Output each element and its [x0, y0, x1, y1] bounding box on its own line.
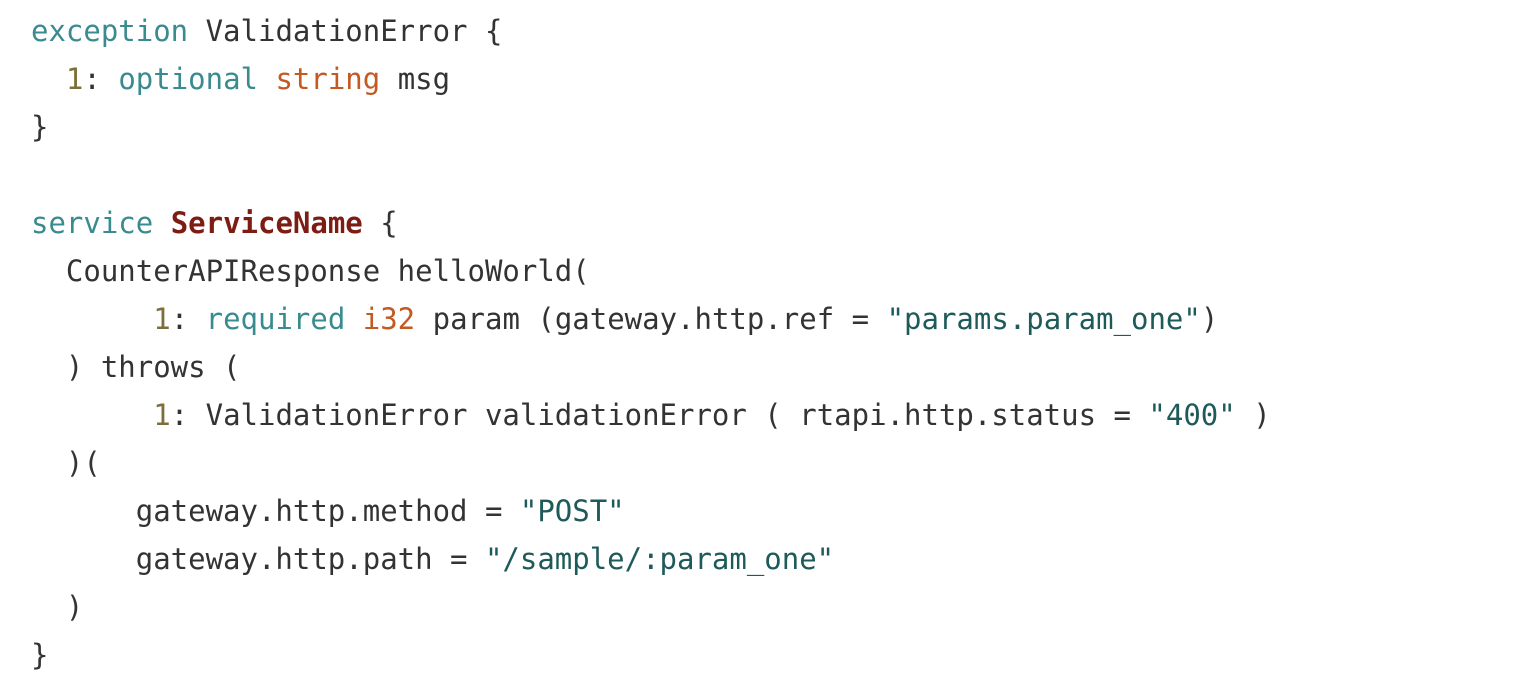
- code-text-token: param (gateway.http.ref =: [415, 302, 887, 336]
- code-line: }: [31, 631, 1271, 679]
- code-line: exception ValidationError {: [31, 7, 1271, 55]
- code-block: exception ValidationError { 1: optional …: [31, 7, 1271, 679]
- string-literal-token: "params.param_one": [886, 302, 1201, 336]
- code-line: CounterAPIResponse helloWorld(: [31, 247, 1271, 295]
- code-text-token: ): [1235, 398, 1271, 432]
- code-text-token: )(: [31, 446, 101, 480]
- code-text-token: :: [170, 302, 206, 336]
- code-text-token: gateway.http.method =: [31, 494, 520, 528]
- string-literal-token: "/sample/:param_one": [484, 542, 835, 576]
- keyword-token: optional: [118, 62, 258, 96]
- type-token: i32: [362, 302, 416, 336]
- code-text-token: gateway.http.path =: [31, 542, 485, 576]
- code-line: 1: required i32 param (gateway.http.ref …: [31, 295, 1271, 343]
- keyword-token: required: [205, 302, 346, 336]
- code-line: ) throws (: [31, 343, 1271, 391]
- code-text-token: ValidationError {: [188, 14, 503, 48]
- code-text-token: ) throws (: [31, 350, 241, 384]
- keyword-token: service: [31, 206, 154, 240]
- code-text-token: msg: [380, 62, 451, 96]
- code-line: 1: optional string msg: [31, 55, 1271, 103]
- code-text-token: ): [1200, 302, 1219, 336]
- code-line: )(: [31, 439, 1271, 487]
- code-text-token: {: [362, 206, 398, 240]
- code-line: ): [31, 583, 1271, 631]
- code-line: }: [31, 103, 1271, 151]
- field-id-token: 1: [153, 302, 171, 336]
- code-text-token: :: [83, 62, 119, 96]
- field-id-token: 1: [65, 62, 84, 96]
- code-text-token: : ValidationError validationError ( rtap…: [170, 398, 1149, 432]
- code-text-token: ): [31, 590, 84, 624]
- code-line: 1: ValidationError validationError ( rta…: [31, 391, 1271, 439]
- field-id-token: 1: [153, 398, 171, 432]
- type-token: string: [275, 62, 381, 96]
- code-line: service ServiceName {: [31, 199, 1271, 247]
- keyword-token: exception: [31, 14, 189, 48]
- code-text-token: }: [31, 110, 49, 144]
- code-line: gateway.http.method = "POST": [31, 487, 1271, 535]
- code-line: gateway.http.path = "/sample/:param_one": [31, 535, 1271, 583]
- code-text-token: CounterAPIResponse helloWorld(: [31, 254, 590, 288]
- string-literal-token: "400": [1148, 398, 1236, 432]
- string-literal-token: "POST": [519, 494, 625, 528]
- code-text-token: }: [31, 638, 49, 672]
- identifier-token: ServiceName: [170, 206, 363, 240]
